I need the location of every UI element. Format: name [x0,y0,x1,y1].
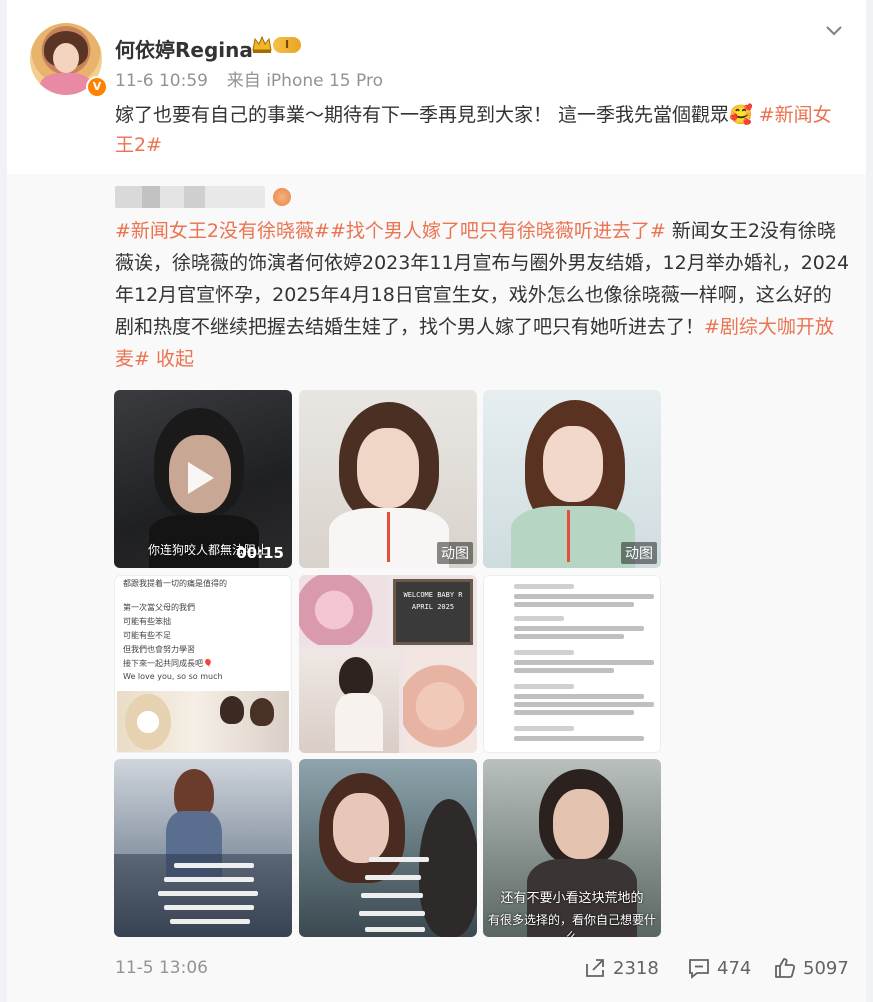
letterboard-text: WELCOME BABY R APRIL 2025 [403,591,463,611]
comment-button[interactable]: 474 [687,956,751,980]
topic-tag-1[interactable]: #新闻女王2没有徐晓薇# [115,220,330,242]
img4-line: 第一次當父母的我們 [123,603,195,612]
image-thumbnail[interactable] [299,759,477,937]
crown-icon [252,35,272,53]
gif-label: 动图 [621,542,657,564]
repost-text: #新闻女王2没有徐晓薇##找个男人嫁了吧只有徐晓薇听进去了# 新闻女王2没有徐晓… [115,215,850,375]
image-thumbnail[interactable]: 还有不要小看这块荒地的 有很多选择的，看你自己想要什么 [483,759,661,937]
gif-label: 动图 [437,542,473,564]
img4-line: 接下來一起共同成長吧🎈 [123,659,213,668]
repost-time[interactable]: 11-5 13:06 [115,958,208,978]
gif-thumbnail[interactable]: 动图 [299,390,477,568]
gif-thumbnail[interactable]: 动图 [483,390,661,568]
img4-line: 但我們也會努力學習 [123,645,195,654]
image-thumbnail[interactable]: WELCOME BABY R APRIL 2025 [299,575,477,753]
post-text: 嫁了也要有自己的事業～期待有下一季再見到大家！ 這一季我先當個觀眾🥰 #新闻女王… [115,100,845,160]
user-badge-icon [273,188,291,206]
weibo-post-card: V 何依婷Regina I 11-6 10:59 来自 iPhone 15 Pr… [7,0,866,1002]
collapse-link[interactable]: 收起 [150,348,194,370]
verified-badge: V [86,76,108,98]
share-button[interactable]: 2318 [583,956,659,980]
image-thumbnail[interactable] [114,759,292,937]
share-count: 2318 [613,957,659,979]
like-count: 5097 [803,957,849,979]
post-time[interactable]: 11-6 10:59 [115,71,208,91]
img4-line: 都跟我提着一切的痛是值得的 [123,579,227,588]
chevron-down-icon[interactable] [824,20,844,40]
img9-subtitle-1: 还有不要小看这块荒地的 [500,891,644,906]
post-body: 嫁了也要有自己的事業～期待有下一季再見到大家！ 這一季我先當個觀眾🥰 [115,104,759,126]
like-icon [775,958,796,978]
img9-subtitle-2: 有很多选择的，看你自己想要什么 [487,913,656,937]
topic-tag-2[interactable]: #找个男人嫁了吧只有徐晓薇听进去了# [330,220,666,242]
video-thumbnail[interactable]: 你连狗咬人都無法阻止 00:15 [114,390,292,568]
blurred-username [115,186,265,208]
image-thumbnail[interactable] [483,575,661,753]
img4-line: 可能有些笨拙 [123,617,171,626]
img4-line: We love you, so so much [123,672,223,681]
image-thumbnail[interactable]: 都跟我提着一切的痛是值得的 第一次當父母的我們 可能有些笨拙 可能有些不足 但我… [114,575,292,753]
level-badge: I [273,37,301,53]
like-button[interactable]: 5097 [773,956,849,980]
post-source: 来自 iPhone 15 Pro [226,71,383,91]
video-duration: 00:15 [236,544,284,562]
play-icon[interactable] [188,462,214,494]
share-icon [586,959,604,977]
username[interactable]: 何依婷Regina [115,34,253,63]
comment-count: 474 [717,957,752,979]
comment-icon [689,959,709,979]
img4-line: 可能有些不足 [123,631,171,640]
post-meta: 11-6 10:59 来自 iPhone 15 Pro [115,66,383,91]
